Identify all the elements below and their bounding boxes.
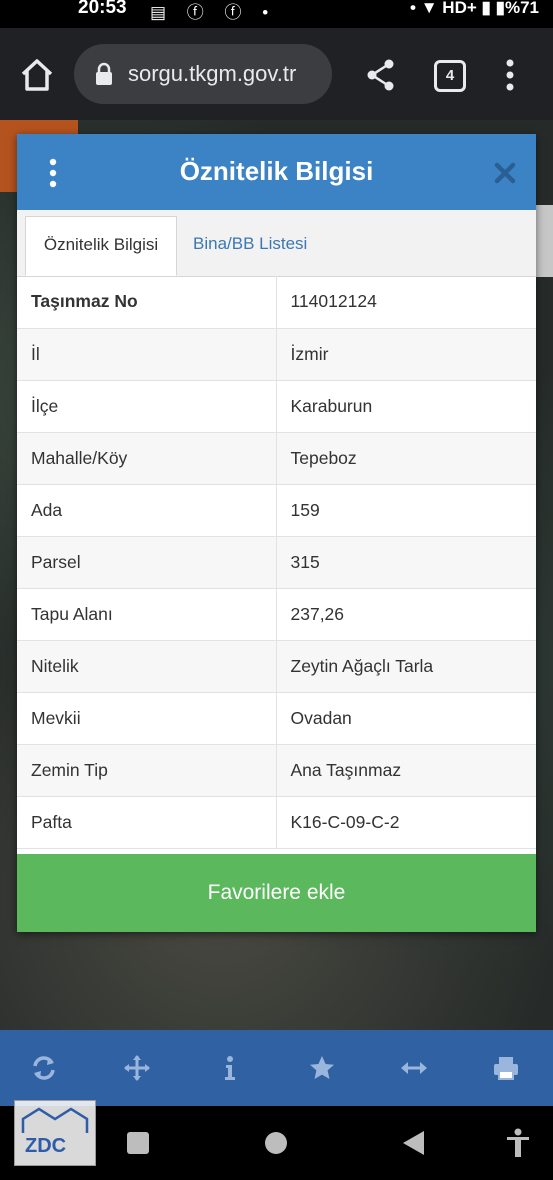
attribute-value: 159 [276,484,536,537]
house-logo-icon [21,1107,89,1133]
close-icon[interactable] [493,161,517,185]
table-row: Mahalle/Köy Tepeboz [17,432,536,485]
table-row: Taşınmaz No 114012124 [17,276,536,329]
table-row: Ada 159 [17,484,536,537]
attribute-key: Nitelik [17,640,277,693]
zdc-logo: ZDC [14,1100,96,1166]
attribute-key: Mevkii [17,692,277,745]
attribute-value: Ana Taşınmaz [276,744,536,797]
attribute-key: İlçe [17,380,277,433]
notification-icons: ▤ ⓕ ⓕ • [150,3,277,22]
attribute-value: Ovadan [276,692,536,745]
url-text: sorgu.tkgm.gov.tr [128,61,297,86]
info-icon[interactable] [216,1054,244,1082]
attribute-key: Ada [17,484,277,537]
wifi-icon: • ▼ [410,0,438,17]
table-row: Tapu Alanı 237,26 [17,588,536,641]
signal-icon: ▮ [481,0,491,17]
table-row: Mevkii Ovadan [17,692,536,745]
dialog-header: Öznitelik Bilgisi [17,134,536,210]
attribute-value: 114012124 [276,276,536,329]
dialog-title: Öznitelik Bilgisi [179,156,374,186]
attribute-value: 237,26 [276,588,536,641]
attribute-value: Zeytin Ağaçlı Tarla [276,640,536,693]
attribute-value: Tepeboz [276,432,536,485]
map-side-panel [536,205,553,277]
share-icon[interactable] [366,58,396,92]
battery-icon: ▮ [495,0,505,17]
tab-attribute-info[interactable]: Öznitelik Bilgisi [25,216,177,276]
accessibility-icon[interactable] [505,1128,531,1158]
dialog-tabs: Öznitelik Bilgisi Bina/BB Listesi [17,210,536,277]
system-nav-bar: ZDC [0,1100,553,1180]
back-icon[interactable] [401,1130,425,1156]
attribute-key: Parsel [17,536,277,589]
zdc-logo-text: ZDC [25,1135,67,1157]
table-row: Zemin Tip Ana Taşınmaz [17,744,536,797]
battery-label: %71 [504,0,539,17]
address-bar[interactable]: sorgu.tkgm.gov.tr [74,44,332,104]
recents-button[interactable] [127,1132,149,1154]
attribute-value: Karaburun [276,380,536,433]
status-right: • ▼ HD+ ▮ ▮%71 [410,0,539,18]
tab-building-list[interactable]: Bina/BB Listesi [193,216,343,276]
attribute-dialog: Öznitelik Bilgisi Öznitelik Bilgisi Bina… [17,134,536,932]
crosshair-icon[interactable] [123,1054,151,1082]
browser-toolbar: sorgu.tkgm.gov.tr 4 [0,28,553,120]
network-label: HD+ [442,0,477,17]
attribute-value: 315 [276,536,536,589]
table-row: Nitelik Zeytin Ağaçlı Tarla [17,640,536,693]
table-row: İl İzmir [17,328,536,381]
tab-switcher-button[interactable]: 4 [434,60,466,92]
attribute-value: K16-C-09-C-2 [276,796,536,849]
attribute-key: Mahalle/Köy [17,432,277,485]
refresh-icon[interactable] [30,1054,58,1082]
table-row: Parsel 315 [17,536,536,589]
table-row: İlçe Karaburun [17,380,536,433]
add-favorites-button[interactable]: Favorilere ekle [17,854,536,932]
status-time: 20:53 [78,0,127,18]
home-nav-button[interactable] [265,1132,287,1154]
attribute-table: Taşınmaz No 114012124 İl İzmir İlçe Kara… [17,276,536,849]
arrows-horizontal-icon[interactable] [400,1054,428,1082]
attribute-key: İl [17,328,277,381]
lock-icon [96,62,112,85]
map-toolbar [0,1030,553,1106]
home-icon[interactable] [18,56,56,94]
print-icon[interactable] [492,1054,520,1082]
attribute-value: İzmir [276,328,536,381]
status-bar: 20:53 ▤ ⓕ ⓕ • • ▼ HD+ ▮ ▮%71 [0,0,553,28]
attribute-key: Taşınmaz No [17,276,277,329]
attribute-key: Tapu Alanı [17,588,277,641]
more-vert-icon[interactable] [500,58,520,92]
table-row: Pafta K16-C-09-C-2 [17,796,536,849]
attribute-key: Pafta [17,796,277,849]
star-icon[interactable] [308,1054,336,1082]
attribute-key: Zemin Tip [17,744,277,797]
